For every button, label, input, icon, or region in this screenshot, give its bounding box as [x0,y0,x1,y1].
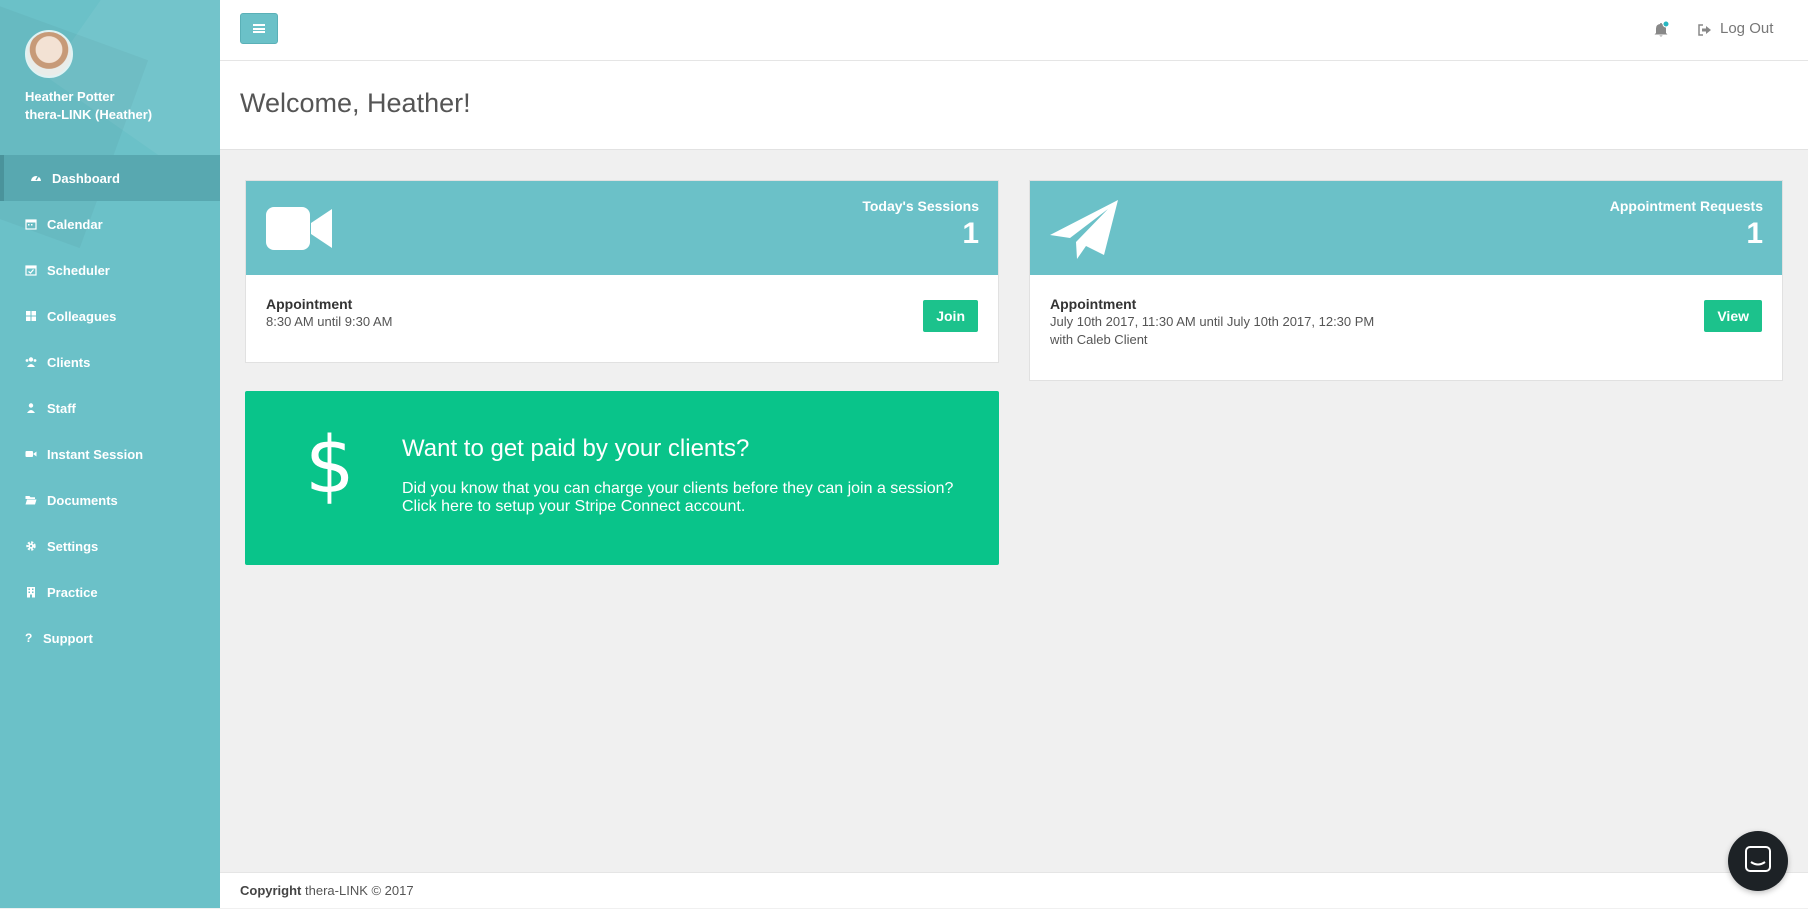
sidebar-item-label: Calendar [47,216,103,232]
chat-launcher-button[interactable] [1728,831,1788,891]
stat-count: 1 [1746,217,1763,250]
appointment-time: 8:30 AM until 9:30 AM [266,314,393,329]
menu-toggle-button[interactable] [240,13,278,44]
sidebar-item-support[interactable]: ? Support [0,615,220,661]
view-button[interactable]: View [1704,300,1762,332]
footer: Copyright thera-LINK © 2017 [220,872,1808,908]
sidebar-item-label: Scheduler [47,262,110,278]
logout-label: Log Out [1720,20,1774,37]
card-header: Today's Sessions 1 [246,181,998,275]
sidebar-item-label: Colleagues [47,308,117,324]
sidebar-item-calendar[interactable]: Calendar [0,201,220,247]
user-badge-icon [25,402,37,414]
stripe-promo-banner[interactable]: $ Want to get paid by your clients? Did … [245,391,999,565]
calendar-check-icon [25,264,37,276]
profile-name: Heather Potter [25,89,115,104]
grid-icon [25,310,37,322]
promo-text: Did you know that you can charge your cl… [402,480,954,515]
appointment-title: Appointment [1050,296,1137,312]
join-button[interactable]: Join [923,300,978,332]
sidebar-item-staff[interactable]: Staff [0,385,220,431]
video-icon [25,448,37,460]
profile-org: thera-LINK (Heather) [25,107,153,122]
dollar-icon: $ [305,421,355,511]
sidebar-item-instant-session[interactable]: Instant Session [0,431,220,477]
sidebar-item-documents[interactable]: Documents [0,477,220,523]
card-header: Appointment Requests 1 [1030,181,1782,275]
sidebar-item-label: Instant Session [47,446,144,462]
appointment-title: Appointment [266,296,353,312]
hamburger-icon [253,24,265,33]
logout-button[interactable]: Log Out [1698,20,1773,37]
building-icon [25,586,37,598]
promo-title: Want to get paid by your clients? [402,435,750,462]
sign-out-icon [1698,23,1712,36]
sidebar: Heather Potter thera-LINK (Heather) Dash… [0,0,220,908]
sidebar-item-label: Documents [47,492,118,508]
appointment-requests-card: Appointment Requests 1 Appointment July … [1029,180,1783,381]
folder-open-icon [25,494,37,506]
appointment-time: July 10th 2017, 11:30 AM until July 10th… [1050,314,1375,329]
sidebar-nav: Dashboard Calendar Scheduler Colleagues … [0,155,220,661]
sidebar-item-label: Dashboard [52,170,120,186]
sidebar-item-label: Staff [47,400,76,416]
sidebar-item-practice[interactable]: Practice [0,569,220,615]
sidebar-item-label: Practice [47,584,98,600]
gear-icon [25,540,37,552]
stat-label: Today's Sessions [862,198,979,214]
sidebar-item-clients[interactable]: Clients [0,339,220,385]
stat-count: 1 [962,217,979,250]
appointment-with: with Caleb Client [1050,332,1148,347]
sidebar-item-label: Settings [47,538,99,554]
sidebar-item-colleagues[interactable]: Colleagues [0,293,220,339]
page-header: Welcome, Heather! [220,61,1808,150]
video-camera-icon [266,195,332,266]
paper-plane-icon [1050,195,1118,268]
notifications-bell-icon[interactable] [1653,20,1670,39]
avatar[interactable] [25,30,73,78]
sidebar-item-dashboard[interactable]: Dashboard [0,155,220,201]
chat-icon [1744,845,1772,878]
users-icon [25,356,37,368]
profile-panel: Heather Potter thera-LINK (Heather) [0,0,220,155]
sidebar-item-scheduler[interactable]: Scheduler [0,247,220,293]
calendar-icon [25,218,37,230]
sidebar-item-label: Clients [47,354,91,370]
todays-sessions-card: Today's Sessions 1 Appointment 8:30 AM u… [245,180,999,363]
dashboard-icon [30,172,42,184]
sidebar-item-label: Support [43,630,93,646]
sidebar-item-settings[interactable]: Settings [0,523,220,569]
stat-label: Appointment Requests [1609,198,1763,214]
copyright-text: thera-LINK © 2017 [305,883,414,898]
page-title: Welcome, Heather! [240,88,471,118]
top-header: Log Out [220,0,1808,61]
card-body: Appointment 8:30 AM until 9:30 AM Join [246,275,998,351]
copyright-label: Copyright [240,883,302,898]
card-body: Appointment July 10th 2017, 11:30 AM unt… [1030,275,1782,369]
question-icon: ? [25,631,33,645]
